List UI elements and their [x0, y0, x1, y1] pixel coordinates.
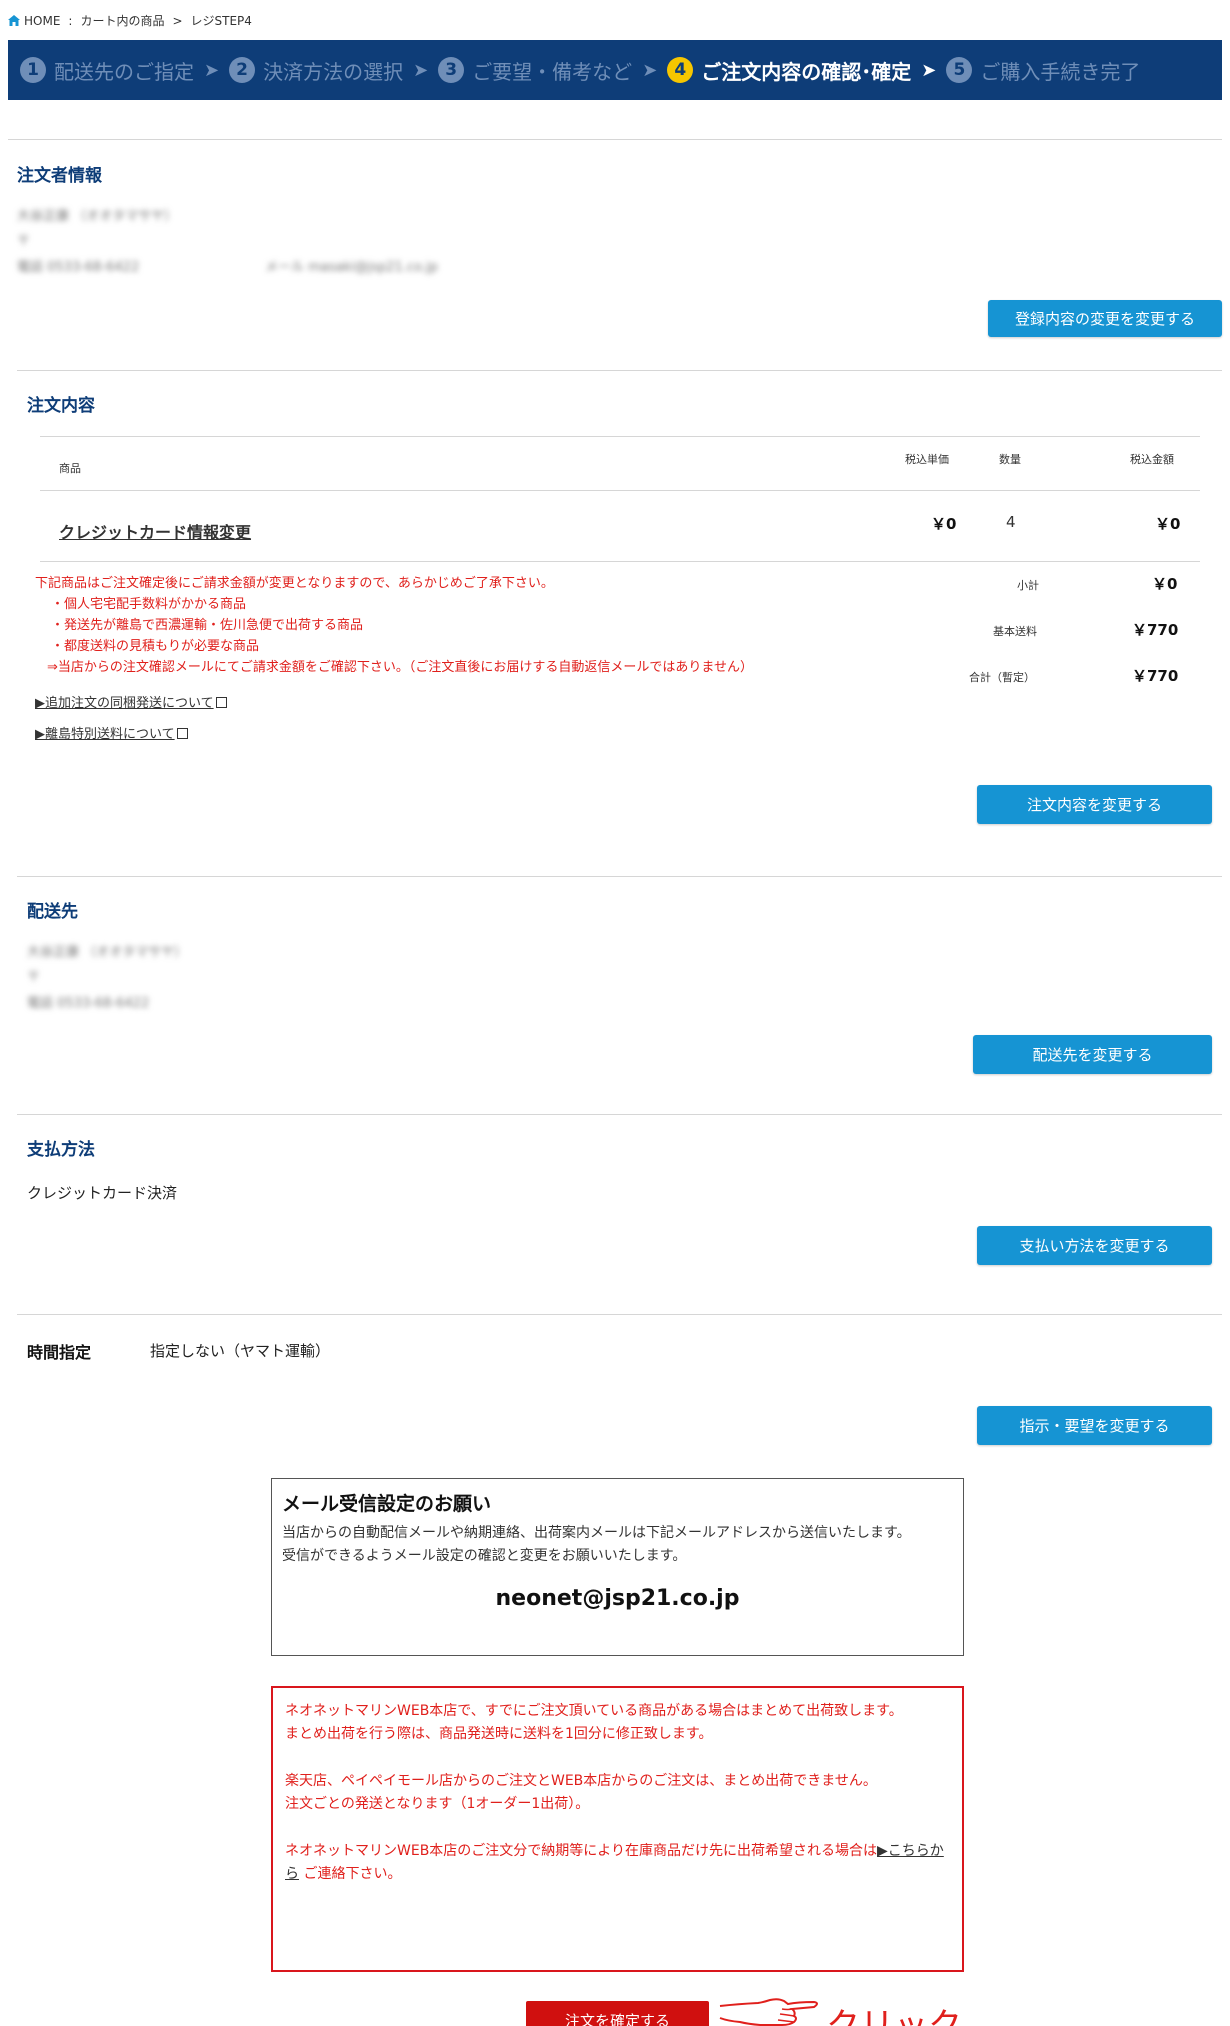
total-value: ￥770 [1132, 667, 1179, 685]
delivery-name: 大谷正康 （オオタマサヤ） [27, 945, 188, 960]
orderer-section-title: 注文者情報 [17, 166, 102, 186]
step-1: 1 配送先のご指定 ➤ [20, 56, 219, 85]
step-2: 2 決済方法の選択 ➤ [229, 56, 428, 85]
notice-text-part: ネオネットマリンWEB本店のご注文分で納期等により在庫商品だけ先に出荷希望される… [285, 1843, 878, 1859]
change-registration-button[interactable]: 登録内容の変更を変更する [988, 300, 1222, 337]
notice-text: 楽天店、ペイペイモール店からのご注文とWEB本店からのご注文は、まとめ出荷できま… [285, 1773, 877, 1789]
delivery-phone: 電話 0533-68-6422 [27, 996, 150, 1011]
table-top-border [40, 436, 1200, 437]
notice-text: まとめ出荷を行う際は、商品発送時に送料を1回分に修正致します。 [285, 1726, 713, 1742]
step-5: 5 ご購入手続き完了 [946, 56, 1140, 85]
note-line: ・発送先が離島で西濃運輸・佐川急便で出荷する商品 [51, 618, 364, 633]
time-label: 時間指定 [27, 1343, 92, 1362]
note-line: ・個人宅宅配手数料がかかる商品 [51, 597, 247, 612]
step-number: 4 [667, 57, 694, 83]
link-text[interactable]: ▶追加注文の同梱発送について [35, 696, 214, 711]
notice-text: ネオネットマリンWEB本店で、すでにご注文頂いている商品がある場合はまとめて出荷… [285, 1703, 903, 1719]
step-number: 2 [229, 57, 256, 83]
delivery-section-title: 配送先 [27, 902, 78, 922]
breadcrumb-home[interactable]: HOME [24, 14, 60, 28]
breadcrumb-separator: : [68, 13, 73, 28]
step-4-active: 4 ご注文内容の確認･確定 ➤ [667, 56, 936, 85]
step-number: 3 [438, 57, 465, 83]
click-annotation: クリック [826, 2006, 962, 2026]
arrow-right-icon: ➤ [413, 59, 429, 81]
note-line: ・都度送料の見積もりが必要な商品 [51, 639, 260, 654]
combined-shipping-notice: ネオネットマリンWEB本店で、すでにご注文頂いている商品がある場合はまとめて出荷… [271, 1686, 964, 1972]
step-3: 3 ご要望・備考など ➤ [438, 56, 657, 85]
step-label: 配送先のご指定 [54, 59, 194, 84]
total-label: 合計（暫定） [969, 671, 1035, 684]
step-number: 1 [20, 57, 46, 83]
delivery-postal: 〒 [27, 970, 41, 985]
sender-email: neonet@jsp21.co.jp [495, 1586, 740, 1611]
notice-text: 注文ごとの発送となります（1オーダー1出荷）。 [285, 1796, 590, 1812]
product-link[interactable]: クレジットカード情報変更 [59, 519, 251, 543]
price-change-note: 下記商品はご注文確定後にご請求金額が変更となりますので、あらかじめご了承下さい。… [35, 573, 753, 678]
payment-section-title: 支払方法 [27, 1140, 95, 1160]
checkout-step-bar: 1 配送先のご指定 ➤ 2 決済方法の選択 ➤ 3 ご要望・備考など ➤ 4 ご… [8, 40, 1222, 100]
col-header-product: 商品 [59, 462, 81, 475]
mail-notice-text: 受信ができるようメール設定の確認と変更をお願いいたします。 [282, 1548, 687, 1564]
step-number: 5 [946, 57, 973, 83]
subtotal-label: 小計 [1017, 579, 1039, 592]
col-header-amount: 税込金額 [1130, 453, 1174, 466]
item-quantity: 4 [1006, 513, 1016, 531]
arrow-right-icon: ➤ [204, 59, 220, 81]
home-icon[interactable] [8, 15, 20, 26]
note-line: ⇒当店からの注文確認メールにてご請求金額をご確認下さい。（ご注文直後にお届けする… [47, 660, 754, 675]
divider [17, 370, 1222, 371]
pointing-hand-icon [718, 1996, 822, 2026]
change-payment-button[interactable]: 支払い方法を変更する [977, 1226, 1212, 1265]
item-amount: ￥0 [1155, 515, 1181, 533]
notice-text: ネオネットマリンWEB本店のご注文分で納期等により在庫商品だけ先に出荷希望される… [285, 1840, 950, 1886]
orderer-phone: 電話 0533-68-6422 [17, 260, 140, 275]
divider [17, 1114, 1222, 1115]
orderer-email: メール masaki@jsp21.co.jp [265, 260, 438, 275]
orderer-postal: 〒 [17, 234, 31, 249]
subtotal-value: ￥0 [1152, 575, 1178, 593]
change-instructions-button[interactable]: 指示・要望を変更する [977, 1406, 1212, 1445]
breadcrumb-current: レジSTEP4 [190, 14, 252, 28]
step-label: 決済方法の選択 [263, 59, 404, 84]
table-divider [40, 490, 1200, 491]
mail-notice-text: 当店からの自動配信メールや納期連絡、出荷案内メールは下記メールアドレスから送信い… [282, 1525, 911, 1541]
time-value: 指定しない（ヤマト運輸） [150, 1342, 331, 1360]
item-unit-price: ￥0 [931, 515, 957, 533]
change-delivery-button[interactable]: 配送先を変更する [973, 1035, 1212, 1074]
arrow-right-icon: ➤ [642, 59, 658, 81]
island-shipping-link[interactable]: ▶離島特別送料について [35, 723, 188, 742]
breadcrumb: HOME : カート内の商品 > レジSTEP4 [8, 12, 252, 29]
divider [8, 139, 1222, 140]
external-link-icon [215, 697, 227, 708]
link-text[interactable]: ▶離島特別送料について [35, 727, 175, 742]
order-section-title: 注文内容 [27, 396, 95, 416]
col-header-quantity: 数量 [999, 453, 1021, 466]
bundled-shipping-link[interactable]: ▶追加注文の同梱発送について [35, 692, 227, 711]
step-label: ご注文内容の確認･確定 [701, 59, 912, 84]
payment-method: クレジットカード決済 [27, 1184, 178, 1202]
shipping-value: ￥770 [1132, 621, 1179, 639]
breadcrumb-separator: > [172, 13, 183, 28]
mail-notice-heading: メール受信設定のお願い [282, 1493, 492, 1515]
mail-settings-notice: メール受信設定のお願い 当店からの自動配信メールや納期連絡、出荷案内メールは下記… [271, 1478, 964, 1656]
table-bottom-border [40, 561, 1200, 562]
col-header-unit-price: 税込単価 [905, 453, 949, 466]
change-order-button[interactable]: 注文内容を変更する [977, 785, 1212, 824]
divider [17, 1314, 1222, 1315]
external-link-icon [176, 728, 188, 739]
arrow-right-icon: ➤ [921, 59, 937, 81]
step-label: ご要望・備考など [472, 59, 633, 84]
notice-text-part: ご連絡下さい。 [299, 1866, 402, 1882]
confirm-order-button[interactable]: 注文を確定する [526, 2001, 709, 2026]
step-label: ご購入手続き完了 [980, 59, 1141, 84]
divider [17, 876, 1222, 877]
shipping-label: 基本送料 [993, 625, 1037, 638]
note-line: 下記商品はご注文確定後にご請求金額が変更となりますので、あらかじめご了承下さい。 [35, 576, 554, 591]
orderer-name: 大谷正康 （オオタマサヤ） [17, 209, 178, 224]
breadcrumb-cart[interactable]: カート内の商品 [80, 12, 164, 29]
